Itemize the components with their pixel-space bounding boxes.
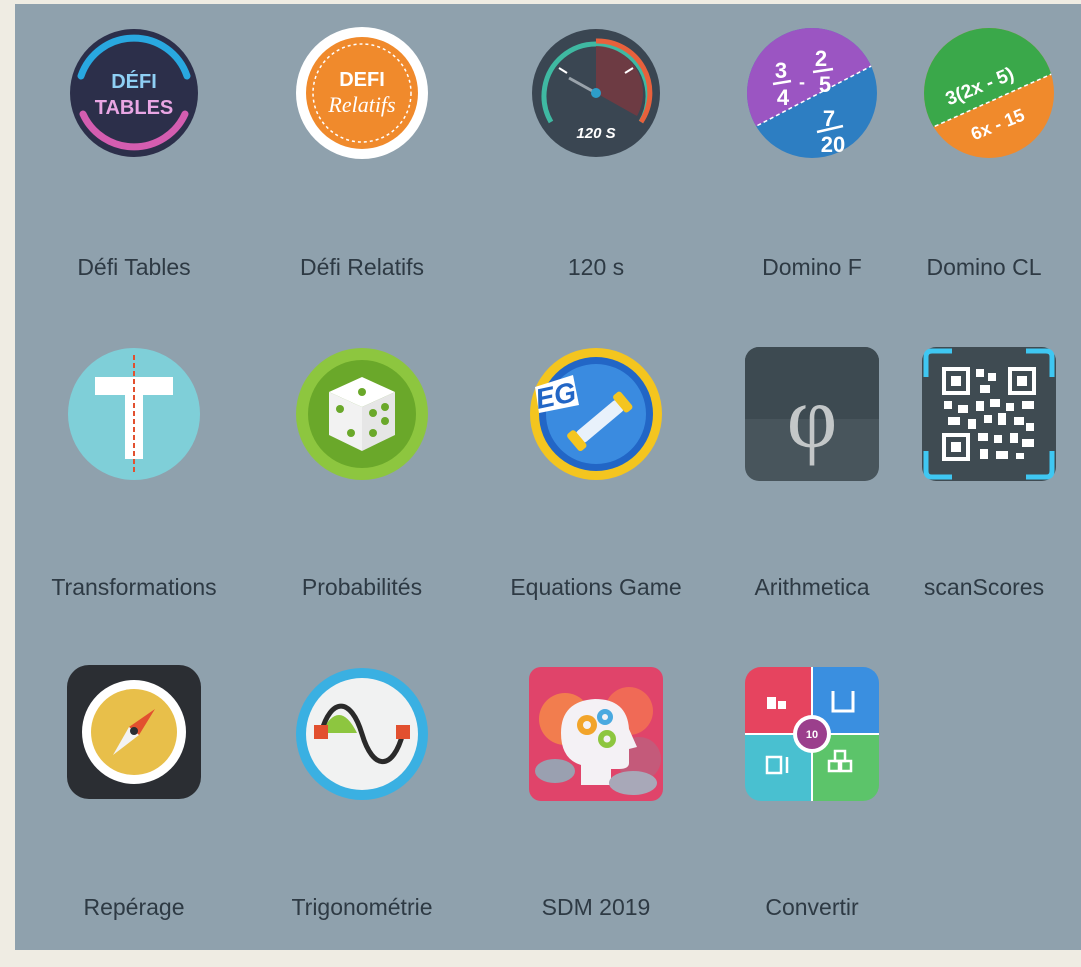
app-label: Défi Tables xyxy=(77,254,191,280)
app-label: Transformations xyxy=(51,574,217,600)
app-label: Domino F xyxy=(762,254,862,280)
dice-icon[interactable] xyxy=(295,347,429,481)
svg-text:DÉFI: DÉFI xyxy=(111,70,157,93)
app-sdm-2019[interactable]: SDM 2019 xyxy=(496,667,696,967)
app-probabilites[interactable]: Probabilités xyxy=(262,347,462,647)
compass-icon[interactable] xyxy=(67,665,201,799)
app-label: Défi Relatifs xyxy=(300,254,424,280)
svg-text:2: 2 xyxy=(815,46,827,71)
app-label: Equations Game xyxy=(510,574,682,600)
app-transformations[interactable]: Transformations xyxy=(34,347,234,647)
app-domino-f[interactable]: 3 4 - 2 5 7 20 Domino F xyxy=(712,26,912,326)
app-convertir[interactable]: 10 Convertir xyxy=(712,667,912,967)
app-defi-tables[interactable]: DÉFI TABLES Défi Tables xyxy=(34,26,234,326)
app-label: Repérage xyxy=(83,894,185,920)
app-domino-cl[interactable]: 3(2x - 5) 6x - 15 Domino CL xyxy=(889,26,1081,326)
head-gears-icon[interactable] xyxy=(529,667,663,801)
app-label: Trigonométrie xyxy=(291,894,433,920)
svg-text:DEFI: DEFI xyxy=(339,69,385,91)
app-label: SDM 2019 xyxy=(541,894,651,920)
sine-wave-icon[interactable] xyxy=(295,667,429,801)
app-equations-game[interactable]: EG Equations Game xyxy=(496,347,696,647)
app-label: Domino CL xyxy=(926,254,1042,280)
defi-tables-icon[interactable]: DÉFI TABLES xyxy=(67,26,201,160)
svg-text:20: 20 xyxy=(821,132,845,157)
svg-text:Relatifs: Relatifs xyxy=(327,92,395,117)
svg-text:3: 3 xyxy=(775,58,787,83)
domino-literal-icon[interactable]: 3(2x - 5) 6x - 15 xyxy=(922,26,1056,160)
app-reperage[interactable]: Repérage xyxy=(34,665,234,967)
domino-fractions-icon[interactable]: 3 4 - 2 5 7 20 xyxy=(745,26,879,160)
qr-code-icon[interactable] xyxy=(922,347,1056,481)
app-trigonometrie[interactable]: Trigonométrie xyxy=(262,667,462,967)
svg-text:φ: φ xyxy=(787,370,838,467)
equations-game-icon[interactable]: EG xyxy=(529,347,663,481)
app-arithmetica[interactable]: φ Arithmetica xyxy=(712,347,912,647)
speedometer-icon[interactable]: 120 S xyxy=(529,26,663,160)
svg-text:120 S: 120 S xyxy=(576,125,615,142)
svg-text:TABLES: TABLES xyxy=(95,97,174,119)
svg-text:5: 5 xyxy=(819,72,831,97)
defi-relatifs-icon[interactable]: DEFI Relatifs xyxy=(295,26,429,160)
units-converter-icon[interactable]: 10 xyxy=(745,667,879,801)
app-scanscores[interactable]: scanScores xyxy=(889,347,1081,647)
app-label: scanScores xyxy=(923,574,1045,600)
svg-text:-: - xyxy=(799,72,805,92)
phi-icon[interactable]: φ xyxy=(745,347,879,481)
app-120s[interactable]: 120 S 120 s xyxy=(496,26,696,326)
app-label: Convertir xyxy=(765,894,859,920)
svg-text:4: 4 xyxy=(777,85,790,110)
app-label: Probabilités xyxy=(301,574,423,600)
app-defi-relatifs[interactable]: DEFI Relatifs Défi Relatifs xyxy=(262,26,462,326)
app-label: Arithmetica xyxy=(754,574,870,600)
app-label: 120 s xyxy=(567,254,625,280)
svg-text:10: 10 xyxy=(806,729,818,741)
transformations-icon[interactable] xyxy=(67,347,201,481)
